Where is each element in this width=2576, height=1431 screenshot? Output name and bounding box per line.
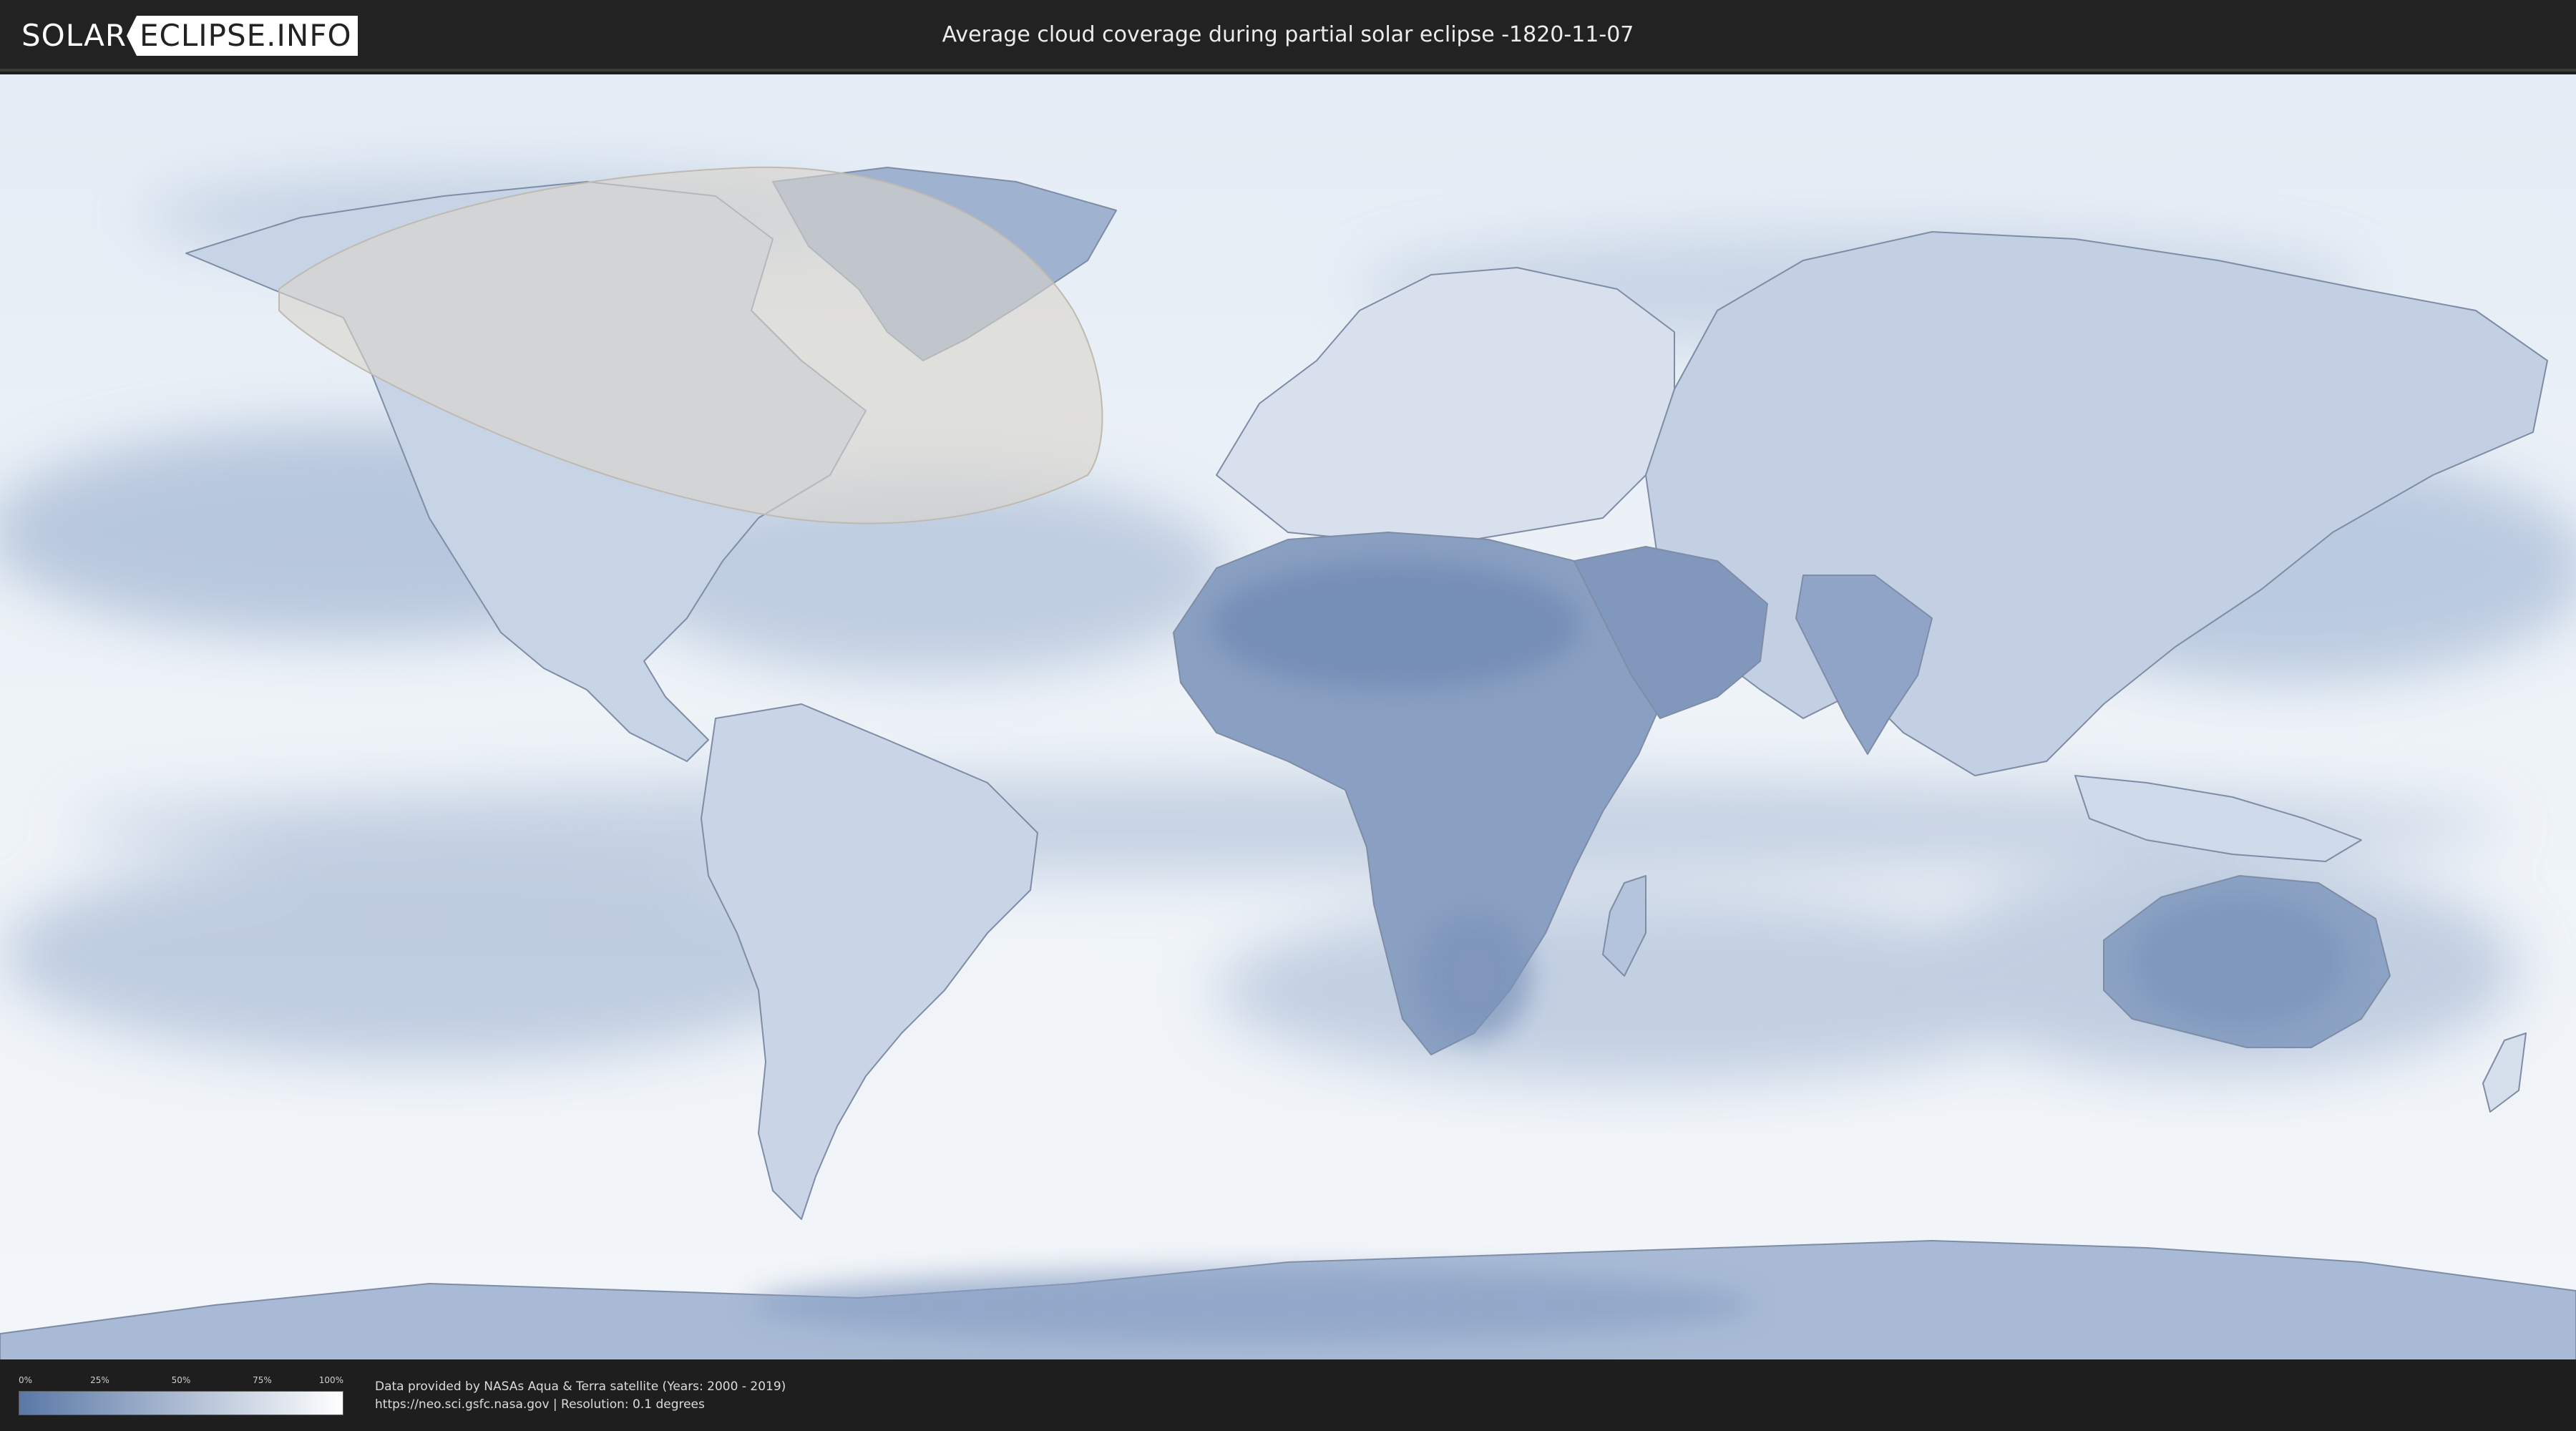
- legend-tick-1: 25%: [90, 1375, 109, 1385]
- legend-color-bar: [19, 1391, 343, 1415]
- data-attribution: Data provided by NASAs Aqua & Terra sate…: [375, 1378, 786, 1414]
- legend-tick-4: 100%: [318, 1375, 343, 1385]
- legend-tick-labels: 0% 25% 50% 75% 100%: [19, 1375, 343, 1388]
- attribution-line-2: https://neo.sci.gsfc.nasa.gov | Resoluti…: [375, 1397, 705, 1412]
- map-frame: [0, 74, 2576, 1359]
- page-title: Average cloud coverage during partial so…: [942, 22, 1634, 47]
- footer-bar: 0% 25% 50% 75% 100% Data provided by NASAs A…: [0, 1359, 2576, 1431]
- legend-tick-3: 75%: [253, 1375, 272, 1385]
- cloud-coverage-legend: 0% 25% 50% 75% 100%: [19, 1375, 343, 1418]
- legend-tick-2: 50%: [171, 1375, 191, 1385]
- header-bar: SOLAR ECLIPSE.INFO Average cloud coverag…: [0, 0, 2576, 72]
- cloud-coverage-map[interactable]: [0, 74, 2576, 1359]
- attribution-line-1: Data provided by NASAs Aqua & Terra sate…: [375, 1379, 786, 1394]
- legend-tick-0: 0%: [19, 1375, 33, 1385]
